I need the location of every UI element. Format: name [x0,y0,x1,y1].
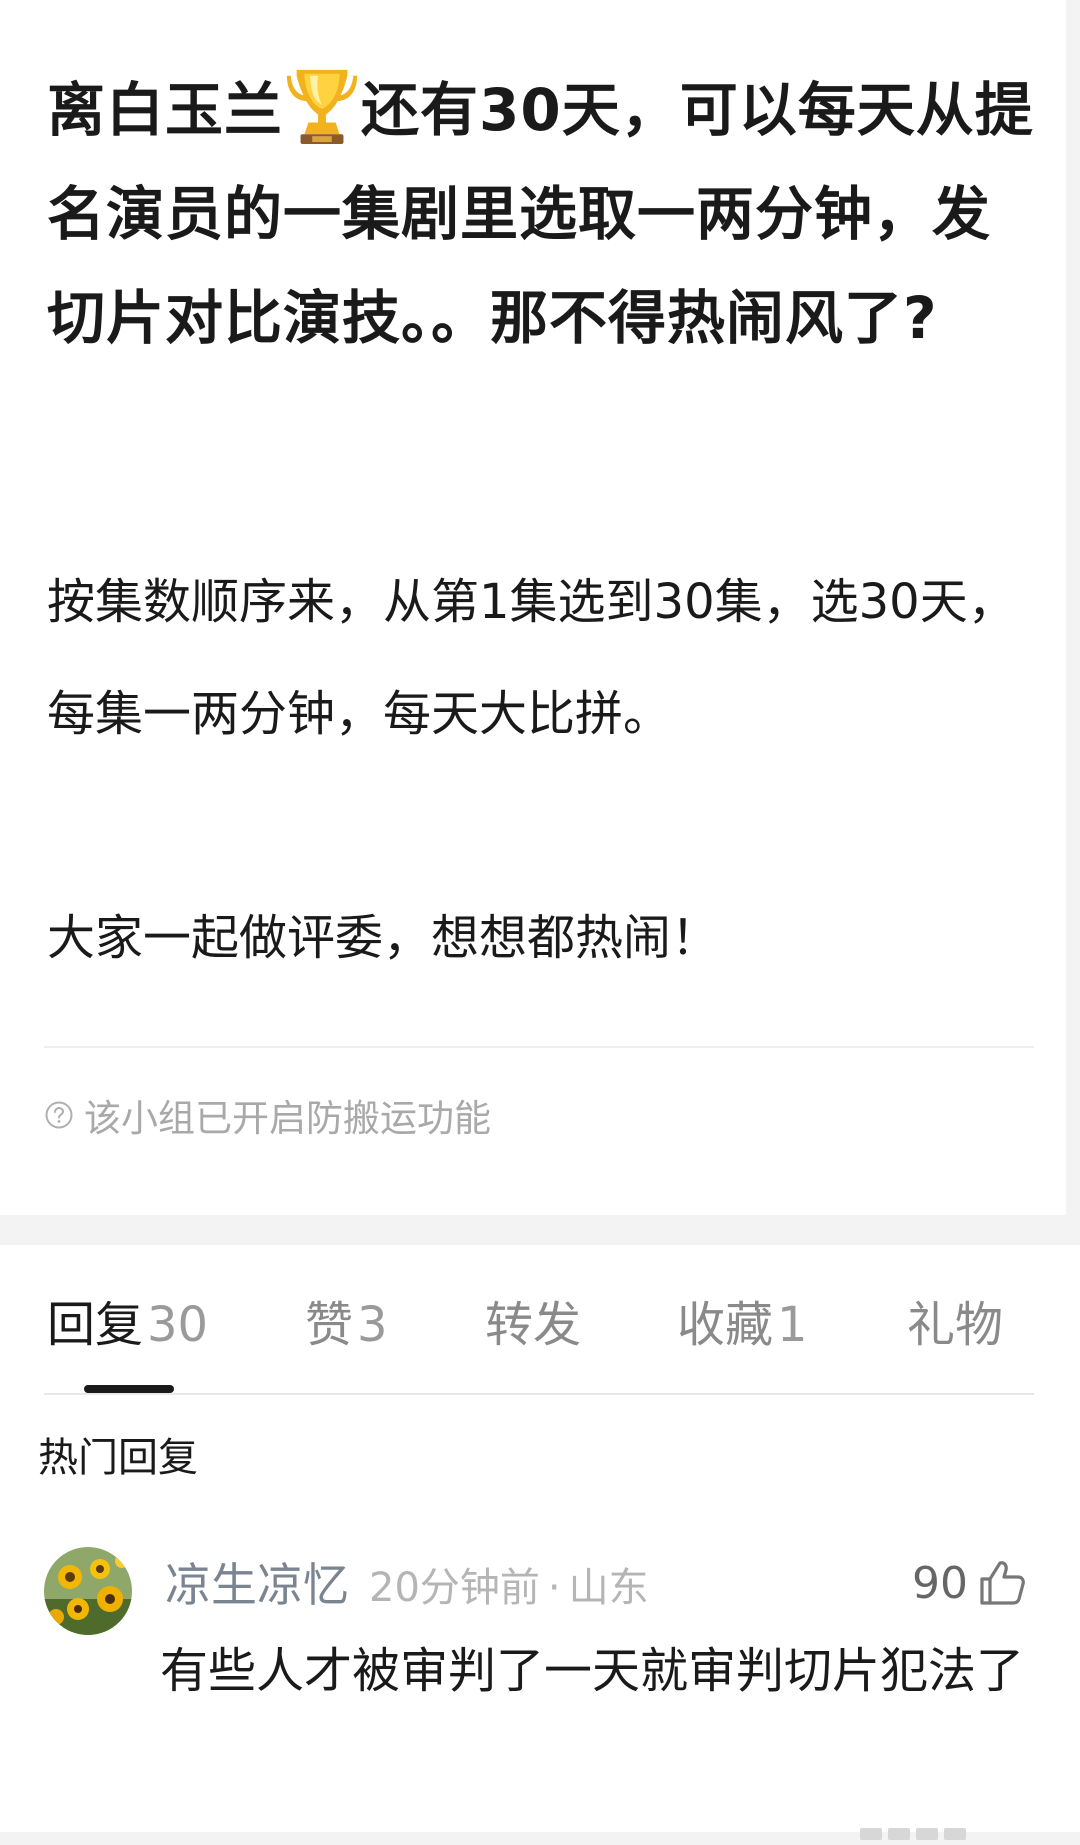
tab-label: 赞 [305,1297,354,1353]
post-content: 离白玉兰 还有30天，可以每天从提名演员的一集剧里选取一两分钟，发切片对比演技。… [0,0,1080,1215]
trophy-icon [286,69,358,144]
comment-item: 凉生凉忆 20分钟前 · 山东 90 有些人才被审判了一天就审判切片犯法了 [0,1545,1080,1825]
tab-collections[interactable]: 收藏1 [677,1290,808,1360]
anti-repost-notice: 该小组已开启防搬运功能 [44,1090,491,1140]
tab-likes[interactable]: 赞3 [305,1290,388,1360]
meta-separator: · [547,1565,561,1611]
hot-replies-title: 热门回复 [38,1435,198,1481]
comment-username[interactable]: 凉生凉忆 [165,1558,349,1612]
tab-bar-border [44,1393,1034,1395]
tab-label: 礼物 [907,1297,1004,1353]
watermark-logo [860,1828,966,1840]
comment-text: 有些人才被审判了一天就审判切片犯法了 [160,1643,1025,1699]
like-count: 90 [912,1557,968,1609]
tab-count: 30 [147,1297,209,1353]
comment-time: 20分钟前 [369,1565,540,1611]
post-title: 离白玉兰 还有30天，可以每天从提名演员的一集剧里选取一两分钟，发切片对比演技。… [47,58,1037,370]
tab-reposts[interactable]: 转发 [485,1290,581,1360]
sunflower-avatar-image [44,1547,132,1635]
tab-label: 回复 [47,1297,144,1353]
post-body-paragraph: 大家一起做评委，想想都热闹！ [47,910,720,966]
post-body: 按集数顺序来，从第1集选到30集，选30天，每集一两分钟，每天大比拼。 大家一起… [47,546,1037,994]
comment-meta: 凉生凉忆 20分钟前 · 山东 [165,1555,649,1615]
section-separator [0,1215,1080,1245]
tab-bar: 回复30 赞3 转发 收藏1 礼物 [0,1290,1080,1390]
scroll-edge [1066,0,1080,1215]
comment-location: 山东 [568,1565,649,1611]
tab-label: 转发 [485,1297,582,1353]
divider [44,1046,1034,1048]
tab-gifts[interactable]: 礼物 [907,1290,1003,1360]
question-circle-icon [45,1101,73,1129]
tab-label: 收藏 [677,1297,774,1353]
tab-count: 3 [357,1297,388,1353]
post-body-paragraph: 按集数顺序来，从第1集选到30集，选30天，每集一两分钟，每天大比拼。 [47,574,1016,742]
post-title-part1: 离白玉兰 [47,76,284,144]
like-button[interactable]: 90 [912,1553,1028,1613]
thumbs-up-icon [980,1561,1025,1605]
avatar[interactable] [44,1547,132,1635]
tab-replies[interactable]: 回复30 [47,1290,208,1360]
notice-text: 该小组已开启防搬运功能 [84,1097,491,1140]
tab-count: 1 [777,1297,808,1353]
active-tab-indicator [84,1385,174,1393]
